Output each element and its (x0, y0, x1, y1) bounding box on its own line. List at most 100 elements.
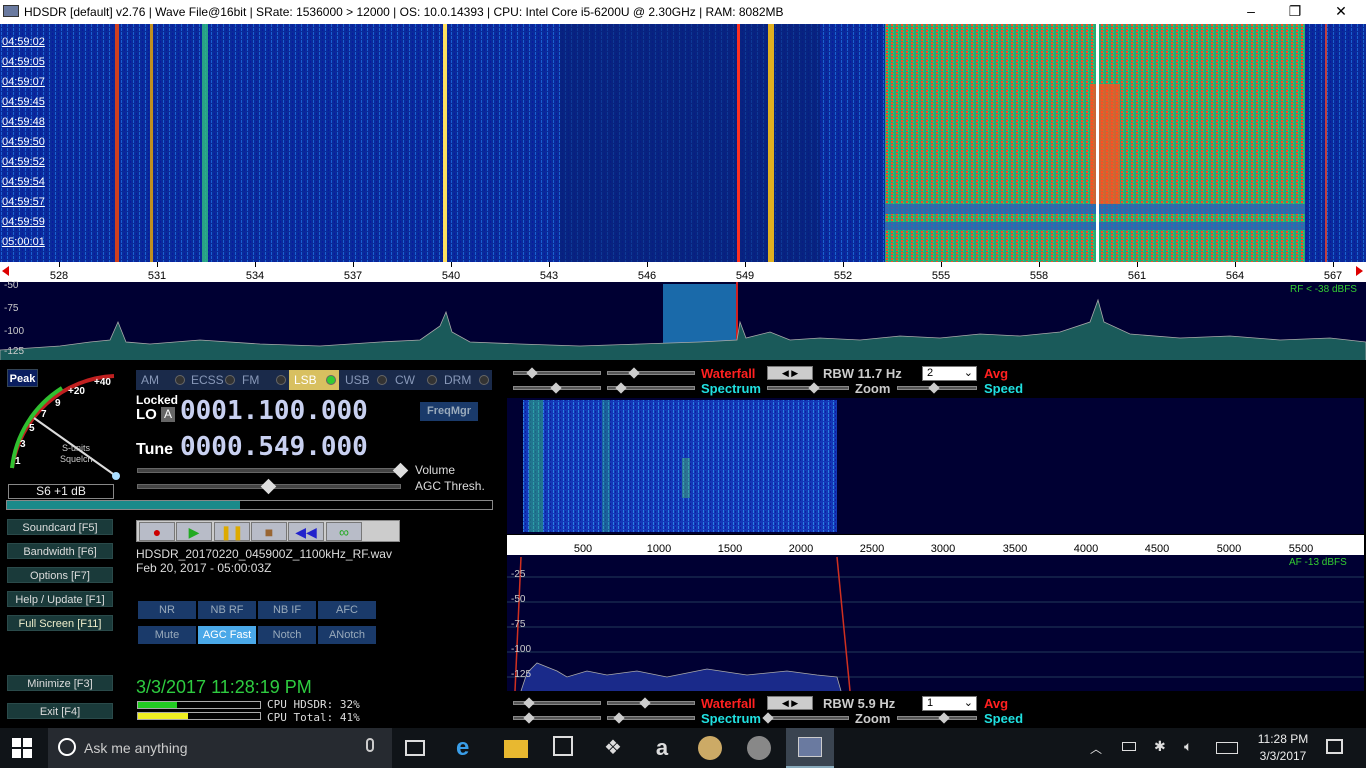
stop-icon[interactable]: ■ (251, 522, 287, 541)
taskbar-date[interactable]: 3/3/2017 (1255, 749, 1311, 763)
meter-scale-label: +20 (68, 386, 85, 397)
file-explorer-icon[interactable] (504, 740, 528, 758)
waterfall-label: Waterfall (701, 366, 756, 381)
frequency-axis[interactable]: 528 531 534 537 540 543 546 549 552 555 … (0, 262, 1366, 282)
af-db-label: -100 (511, 644, 532, 655)
slider-knob[interactable] (639, 697, 651, 709)
mode-label: AM (141, 373, 159, 387)
play-icon[interactable]: ▶ (176, 522, 212, 541)
speaker-app-icon[interactable] (747, 736, 771, 760)
peak-button[interactable]: Peak (7, 369, 38, 387)
rewind-icon[interactable]: ◀◀ (288, 522, 324, 541)
lo-a-button[interactable]: A (161, 407, 175, 422)
slider-knob[interactable] (526, 367, 538, 379)
mode-cw-button[interactable]: CW (390, 370, 440, 390)
volume-icon[interactable]: 🔈︎ (1184, 738, 1192, 755)
cpu-total-fill (138, 713, 189, 719)
mode-lsb-button[interactable]: LSB (289, 370, 339, 390)
agc-fast-button[interactable]: AGC Fast (198, 626, 256, 644)
time-label: 04:59:57 (2, 196, 45, 208)
slider[interactable] (607, 701, 695, 705)
level-bar-fill (7, 501, 240, 509)
mode-fm-button[interactable]: FM (237, 370, 289, 390)
zoom-slider-knob[interactable] (762, 712, 774, 724)
main-waterfall[interactable] (0, 24, 1366, 262)
edge-icon[interactable]: e (456, 736, 480, 760)
store-icon[interactable] (553, 736, 573, 756)
microphone-icon[interactable] (366, 738, 374, 752)
mute-button[interactable]: Mute (138, 626, 196, 644)
avg-select[interactable]: 2 ⌄ (922, 366, 977, 381)
anotch-button[interactable]: ANotch (318, 626, 376, 644)
paint-icon[interactable] (698, 736, 722, 760)
speed-slider-knob[interactable] (938, 712, 950, 724)
db-label: -100 (4, 326, 25, 337)
exit-button[interactable]: Exit [F4] (7, 703, 113, 719)
cpu-total-bar (137, 712, 261, 720)
speed-slider[interactable] (897, 716, 977, 720)
tune-frequency[interactable]: 0000.549.000 (180, 432, 368, 462)
slider-knob[interactable] (628, 367, 640, 379)
task-view-icon[interactable] (405, 740, 425, 756)
audio-waterfall[interactable] (507, 398, 1364, 534)
loop-icon[interactable]: ∞ (326, 522, 362, 541)
soundcard-button[interactable]: Soundcard [F5] (7, 519, 113, 535)
nb-rf-button[interactable]: NB RF (198, 601, 256, 619)
afc-button[interactable]: AFC (318, 601, 376, 619)
notch-button[interactable]: Notch (258, 626, 316, 644)
bandwidth-button[interactable]: Bandwidth [F6] (7, 543, 113, 559)
slider-knob[interactable] (615, 382, 627, 394)
taskbar-time[interactable]: 11:28 PM (1255, 732, 1311, 746)
mode-usb-button[interactable]: USB (340, 370, 390, 390)
avg-select[interactable]: 1 ⌄ (922, 696, 977, 711)
af-frequency-axis[interactable]: 500 1000 1500 2000 2500 3000 3500 4000 4… (507, 535, 1364, 555)
notification-icon[interactable] (1326, 739, 1343, 754)
volume-label: Volume (415, 463, 456, 477)
af-tick: 2500 (859, 543, 885, 555)
wifi-icon[interactable]: ✱ (1154, 738, 1166, 755)
hdsdr-taskbar-item[interactable] (786, 728, 834, 768)
mode-ecss-button[interactable]: ECSS (186, 370, 238, 390)
search-box[interactable]: Ask me anything (48, 728, 392, 768)
pause-icon[interactable]: ❚❚ (214, 522, 250, 541)
slider[interactable] (607, 371, 695, 375)
lo-frequency[interactable]: 0001.100.000 (180, 396, 368, 426)
rbw-arrows[interactable]: ◀ ▶ (767, 366, 813, 380)
windows-start-icon[interactable] (12, 738, 32, 758)
close-window-button[interactable]: ✕ (1318, 0, 1364, 24)
freqmgr-button[interactable]: FreqMgr (420, 402, 478, 421)
options-button[interactable]: Options [F7] (7, 567, 113, 583)
scroll-right-icon[interactable] (1356, 266, 1363, 276)
app-icon (3, 5, 19, 17)
rbw-arrows[interactable]: ◀ ▶ (767, 696, 813, 710)
slider-knob[interactable] (550, 382, 562, 394)
amazon-icon[interactable]: a (650, 736, 674, 760)
slider-knob[interactable] (613, 712, 625, 724)
record-icon[interactable]: ● (139, 522, 175, 541)
af-spectrum[interactable]: -25 -50 -75 -100 -125 AF -13 dBFS (507, 555, 1364, 691)
zoom-slider[interactable] (767, 716, 849, 720)
mode-am-button[interactable]: AM (136, 370, 188, 390)
help-update-button[interactable]: Help / Update [F1] (7, 591, 113, 607)
battery-icon[interactable] (1122, 742, 1136, 751)
slider-knob[interactable] (523, 712, 535, 724)
keyboard-icon[interactable] (1216, 742, 1238, 754)
speed-slider-knob[interactable] (928, 382, 940, 394)
minimize-button[interactable]: Minimize [F3] (7, 675, 113, 691)
dropbox-icon[interactable]: ❖ (601, 736, 625, 760)
speed-label: Speed (984, 381, 1024, 396)
scroll-left-icon[interactable] (2, 266, 9, 276)
minimize-window-button[interactable]: – (1228, 0, 1274, 24)
maximize-window-button[interactable]: ❐ (1272, 0, 1318, 24)
nr-button[interactable]: NR (138, 601, 196, 619)
nb-if-button[interactable]: NB IF (258, 601, 316, 619)
volume-slider[interactable] (137, 468, 401, 473)
freq-tick: 561 (1127, 270, 1147, 282)
chevron-up-icon[interactable]: ︿ (1090, 740, 1102, 757)
zoom-slider-knob[interactable] (808, 382, 820, 394)
mode-drm-button[interactable]: DRM (439, 370, 492, 390)
freq-tick: 546 (637, 270, 657, 282)
rf-spectrum[interactable]: -50 -75 -100 -125 RF < -38 dBFS (0, 280, 1366, 360)
full-screen-button[interactable]: Full Screen [F11] (7, 615, 113, 631)
slider-knob[interactable] (523, 697, 535, 709)
